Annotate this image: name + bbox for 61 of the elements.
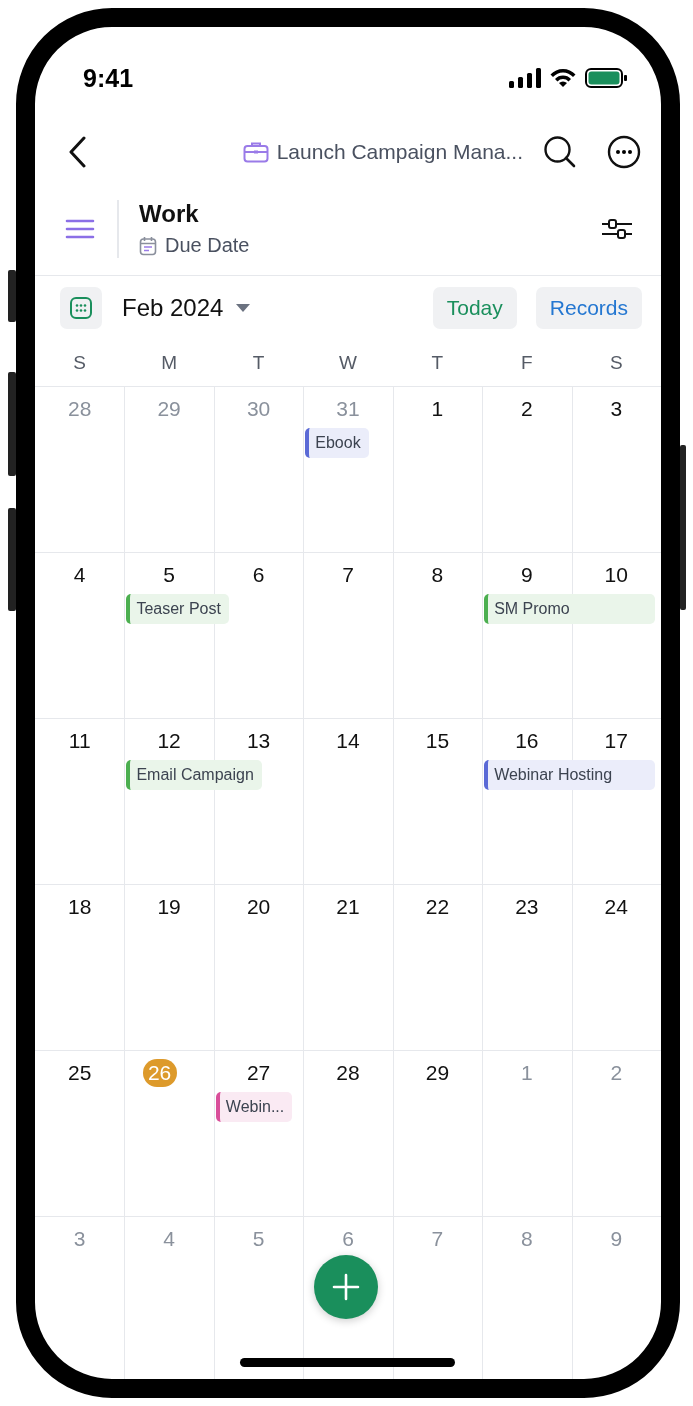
date-number[interactable]: 19 — [152, 893, 187, 921]
event-chip[interactable]: SM Promo — [484, 594, 655, 624]
calendar-icon — [139, 235, 157, 256]
project-title: Launch Campaign Mana... — [276, 140, 523, 164]
weekday-label: T — [251, 352, 266, 374]
today-button[interactable]: Today — [432, 287, 517, 329]
wifi-icon — [549, 68, 577, 88]
search-button[interactable] — [543, 135, 577, 169]
plus-icon — [332, 1273, 360, 1301]
date-number[interactable]: 12 — [152, 727, 187, 755]
date-number[interactable]: 4 — [62, 561, 97, 589]
event-chip[interactable]: Webinar Hosting — [484, 760, 655, 790]
date-number[interactable]: 27 — [241, 1059, 276, 1087]
view-name: Work — [139, 200, 200, 228]
calendar-grid-icon — [69, 296, 93, 320]
date-number[interactable]: 18 — [62, 893, 97, 921]
weekday-label: W — [338, 352, 358, 374]
weekday-label: M — [160, 352, 179, 374]
calendar-view-button[interactable] — [60, 287, 102, 329]
month-picker[interactable]: Feb 2024 — [122, 294, 252, 322]
date-number[interactable]: 16 — [509, 727, 544, 755]
event-chip[interactable]: Webin... — [215, 1092, 293, 1122]
date-number[interactable]: 20 — [241, 893, 276, 921]
weekday-label: T — [430, 352, 445, 374]
date-number[interactable]: 24 — [599, 893, 634, 921]
status-time: 9:41 — [83, 63, 134, 93]
date-number[interactable]: 13 — [241, 727, 276, 755]
date-number[interactable]: 6 — [241, 561, 276, 589]
date-number[interactable]: 17 — [599, 727, 634, 755]
records-button[interactable]: Records — [535, 287, 642, 329]
date-number[interactable]: 5 — [152, 561, 187, 589]
date-number[interactable]: 29 — [420, 1059, 455, 1087]
event-chip[interactable]: Email Campaign — [126, 760, 262, 790]
battery-icon — [585, 68, 627, 88]
date-number[interactable]: 28 — [331, 1059, 365, 1087]
date-number[interactable]: 10 — [599, 561, 634, 589]
date-number[interactable]: 2 — [509, 395, 544, 423]
more-button[interactable] — [607, 135, 641, 169]
briefcase-icon — [242, 141, 269, 163]
event-chip[interactable]: Teaser Post — [126, 594, 229, 624]
date-number[interactable]: 7 — [331, 561, 365, 589]
date-number[interactable]: 11 — [62, 727, 97, 755]
date-number[interactable]: 14 — [331, 727, 365, 755]
date-number[interactable]: 3 — [599, 395, 634, 423]
date-number[interactable]: 9 — [509, 561, 544, 589]
date-number[interactable]: 21 — [331, 893, 365, 921]
date-number[interactable]: 25 — [62, 1059, 97, 1087]
event-chip[interactable]: Ebook — [305, 428, 369, 458]
add-button[interactable] — [314, 1255, 378, 1319]
date-field-label: Due Date — [165, 234, 250, 257]
date-number[interactable]: 8 — [420, 561, 455, 589]
caret-icon — [235, 303, 252, 313]
filter-button[interactable] — [601, 216, 633, 241]
date-number[interactable]: 23 — [509, 893, 544, 921]
signal-icon — [509, 68, 541, 88]
weekday-label: F — [520, 352, 534, 374]
date-number[interactable]: 1 — [420, 395, 455, 423]
date-number[interactable]: 22 — [420, 893, 455, 921]
weekday-label: S — [608, 352, 624, 374]
weekday-label: S — [72, 352, 88, 374]
date-number[interactable]: 15 — [420, 727, 455, 755]
